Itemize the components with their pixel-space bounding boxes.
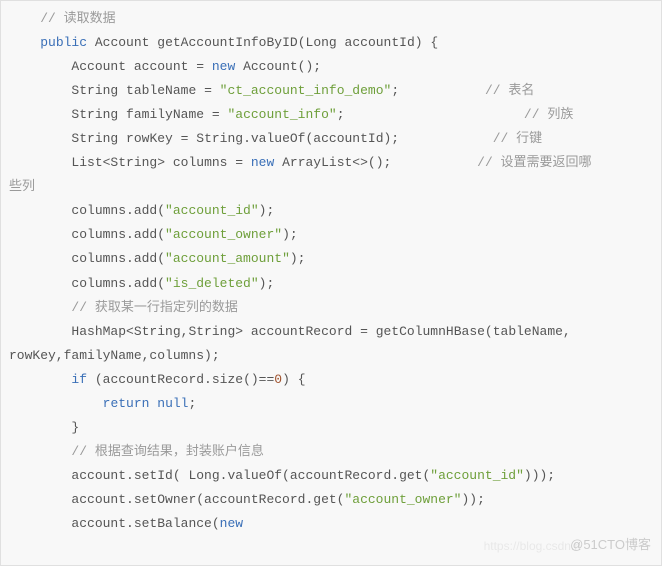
var: familyName [126,107,204,122]
indent [9,251,71,266]
comment-columns-cont: 些列 [9,179,35,194]
comment-family-name: // 列族 [524,107,573,122]
param-type: Long [306,35,337,50]
indent [9,227,71,242]
type: HashMap<String,String> [71,324,243,339]
indent [9,11,40,26]
close: ))); [524,468,555,483]
code-snippet: // 读取数据 public Account getAccountInfoByI… [0,0,662,566]
indent [9,468,71,483]
param-name: accountId [345,35,415,50]
watermark-51cto: @51CTO博客 [570,533,651,557]
kw-new: new [212,59,235,74]
stmt: account.setId( Long.valueOf(accountRecor… [71,468,430,483]
string-family-name: "account_info" [227,107,336,122]
stmt: columns.add( [71,276,165,291]
comment-columns: // 设置需要返回哪 [477,155,591,170]
indent [9,131,71,146]
indent [9,516,71,531]
watermark-csdn: https://blog.csdn.n [484,535,581,557]
stmt: columns.add( [71,251,165,266]
indent [9,396,71,411]
type-account: Account [95,35,150,50]
type: String [71,131,118,146]
kw-new: new [251,155,274,170]
var: tableName [126,83,196,98]
method-name: getAccountInfoByID [157,35,297,50]
expr: String.valueOf(accountId); [196,131,399,146]
string-account-owner: "account_owner" [165,227,282,242]
stmt: columns.add( [71,227,165,242]
type: String [71,83,118,98]
string-table-name: "ct_account_info_demo" [220,83,392,98]
string-account-owner2: "account_owner" [344,492,461,507]
kw-return: return [103,396,150,411]
cond-close: ) { [282,372,305,387]
indent [9,300,71,315]
kw-new: new [220,516,243,531]
call: getColumnHBase(tableName, [376,324,571,339]
comment-rowkey: // 行键 [493,131,542,146]
stmt: account.setOwner(accountRecord.get( [71,492,344,507]
var: columns [173,155,228,170]
brace-close: } [71,420,79,435]
type: Account [71,59,126,74]
kw-null: null [157,396,188,411]
comment-getrow: // 获取某一行指定列的数据 [71,300,237,315]
args-continue: rowKey,familyName,columns); [9,348,220,363]
indent [71,396,102,411]
indent [9,276,71,291]
comment-table-name: // 表名 [485,83,534,98]
ctor: Account(); [243,59,321,74]
string-is-deleted: "is_deleted" [165,276,259,291]
indent [9,324,71,339]
type: String [71,107,118,122]
string-account-id2: "account_id" [430,468,524,483]
indent [9,444,71,459]
close: ); [282,227,298,242]
semi: ; [188,396,196,411]
stmt: account.setBalance( [71,516,219,531]
indent [9,35,40,50]
type: List<String> [71,155,165,170]
comment-assemble: // 根据查询结果，封装账户信息 [71,444,263,459]
close: )); [462,492,485,507]
indent [9,420,71,435]
comment-read-data: // 读取数据 [40,11,115,26]
cond: (accountRecord.size()== [95,372,274,387]
indent [9,492,71,507]
close: ); [290,251,306,266]
indent [9,59,71,74]
kw-if: if [71,372,87,387]
var: accountRecord [251,324,352,339]
indent [9,155,71,170]
var: account [134,59,189,74]
var: rowKey [126,131,173,146]
string-account-id: "account_id" [165,203,259,218]
indent [9,107,71,122]
indent [9,372,71,387]
stmt: columns.add( [71,203,165,218]
close: ); [259,203,275,218]
string-account-amount: "account_amount" [165,251,290,266]
indent [9,83,71,98]
close: ); [259,276,275,291]
ctor: ArrayList<>(); [282,155,391,170]
num-zero: 0 [274,372,282,387]
kw-public: public [40,35,87,50]
indent [9,203,71,218]
